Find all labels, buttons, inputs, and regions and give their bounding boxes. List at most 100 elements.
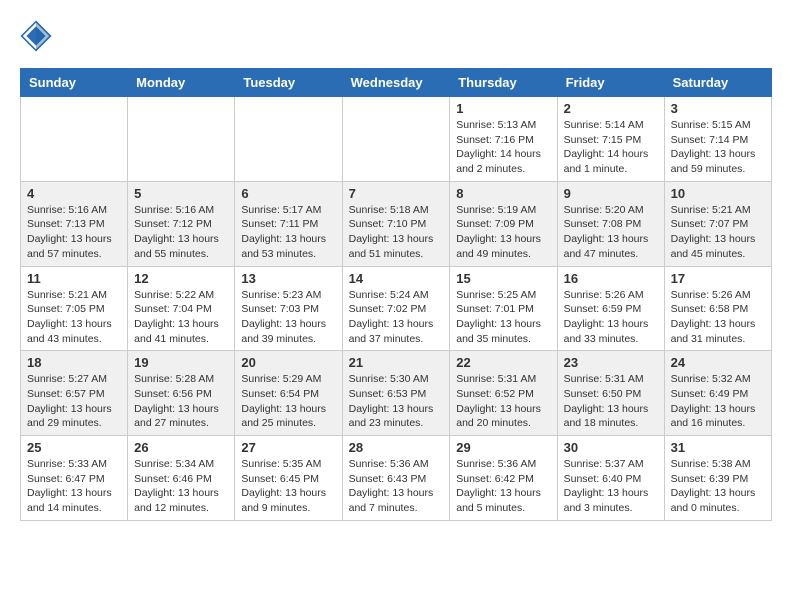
day-info: Sunrise: 5:26 AM Sunset: 6:58 PM Dayligh…	[671, 288, 765, 347]
day-info: Sunrise: 5:37 AM Sunset: 6:40 PM Dayligh…	[564, 457, 658, 516]
calendar-cell: 13 Sunrise: 5:23 AM Sunset: 7:03 PM Dayli…	[235, 266, 342, 351]
day-info: Sunrise: 5:13 AM Sunset: 7:16 PM Dayligh…	[456, 118, 550, 177]
weekday-header-tuesday: Tuesday	[235, 69, 342, 97]
day-number: 22	[456, 355, 550, 370]
day-number: 25	[27, 440, 121, 455]
logo	[20, 20, 56, 52]
day-info: Sunrise: 5:21 AM Sunset: 7:05 PM Dayligh…	[27, 288, 121, 347]
day-info: Sunrise: 5:31 AM Sunset: 6:52 PM Dayligh…	[456, 372, 550, 431]
day-number: 26	[134, 440, 228, 455]
calendar-cell: 26 Sunrise: 5:34 AM Sunset: 6:46 PM Dayli…	[128, 436, 235, 521]
day-number: 18	[27, 355, 121, 370]
calendar-cell: 11Sunrise: 5:21 AM Sunset: 7:05 PM Dayli…	[21, 266, 128, 351]
calendar-cell: 20Sunrise: 5:29 AM Sunset: 6:54 PM Dayli…	[235, 351, 342, 436]
calendar-cell: 22 Sunrise: 5:31 AM Sunset: 6:52 PM Dayli…	[450, 351, 557, 436]
day-number: 21	[349, 355, 444, 370]
day-number: 17	[671, 271, 765, 286]
calendar-cell: 16 Sunrise: 5:26 AM Sunset: 6:59 PM Dayli…	[557, 266, 664, 351]
day-info: Sunrise: 5:36 AM Sunset: 6:42 PM Dayligh…	[456, 457, 550, 516]
calendar-cell: 17 Sunrise: 5:26 AM Sunset: 6:58 PM Dayli…	[664, 266, 771, 351]
calendar-cell: 21 Sunrise: 5:30 AM Sunset: 6:53 PM Dayli…	[342, 351, 450, 436]
day-info: Sunrise: 5:19 AM Sunset: 7:09 PM Dayligh…	[456, 203, 550, 262]
day-info: Sunrise: 5:16 AM Sunset: 7:13 PM Dayligh…	[27, 203, 121, 262]
day-number: 20	[241, 355, 335, 370]
weekday-header-row: SundayMondayTuesdayWednesdayThursdayFrid…	[21, 69, 772, 97]
day-info: Sunrise: 5:26 AM Sunset: 6:59 PM Dayligh…	[564, 288, 658, 347]
calendar-cell: 24 Sunrise: 5:32 AM Sunset: 6:49 PM Dayli…	[664, 351, 771, 436]
weekday-header-monday: Monday	[128, 69, 235, 97]
day-info: Sunrise: 5:24 AM Sunset: 7:02 PM Dayligh…	[349, 288, 444, 347]
day-info: Sunrise: 5:34 AM Sunset: 6:46 PM Dayligh…	[134, 457, 228, 516]
calendar-week-row: 25 Sunrise: 5:33 AM Sunset: 6:47 PM Dayli…	[21, 436, 772, 521]
day-number: 7	[349, 186, 444, 201]
calendar-cell: 3 Sunrise: 5:15 AM Sunset: 7:14 PM Daylig…	[664, 97, 771, 182]
weekday-header-saturday: Saturday	[664, 69, 771, 97]
day-info: Sunrise: 5:30 AM Sunset: 6:53 PM Dayligh…	[349, 372, 444, 431]
day-info: Sunrise: 5:25 AM Sunset: 7:01 PM Dayligh…	[456, 288, 550, 347]
calendar-cell: 10Sunrise: 5:21 AM Sunset: 7:07 PM Dayli…	[664, 181, 771, 266]
day-number: 14	[349, 271, 444, 286]
calendar-cell	[235, 97, 342, 182]
calendar-cell: 4 Sunrise: 5:16 AM Sunset: 7:13 PM Daylig…	[21, 181, 128, 266]
day-number: 6	[241, 186, 335, 201]
weekday-header-wednesday: Wednesday	[342, 69, 450, 97]
day-number: 3	[671, 101, 765, 116]
day-info: Sunrise: 5:35 AM Sunset: 6:45 PM Dayligh…	[241, 457, 335, 516]
day-number: 31	[671, 440, 765, 455]
calendar-cell: 14 Sunrise: 5:24 AM Sunset: 7:02 PM Dayli…	[342, 266, 450, 351]
calendar-cell	[342, 97, 450, 182]
day-info: Sunrise: 5:36 AM Sunset: 6:43 PM Dayligh…	[349, 457, 444, 516]
day-info: Sunrise: 5:33 AM Sunset: 6:47 PM Dayligh…	[27, 457, 121, 516]
calendar-cell: 19 Sunrise: 5:28 AM Sunset: 6:56 PM Dayli…	[128, 351, 235, 436]
day-number: 19	[134, 355, 228, 370]
calendar-cell: 6 Sunrise: 5:17 AM Sunset: 7:11 PM Daylig…	[235, 181, 342, 266]
calendar-cell: 5 Sunrise: 5:16 AM Sunset: 7:12 PM Daylig…	[128, 181, 235, 266]
calendar-cell: 27 Sunrise: 5:35 AM Sunset: 6:45 PM Dayli…	[235, 436, 342, 521]
day-info: Sunrise: 5:16 AM Sunset: 7:12 PM Dayligh…	[134, 203, 228, 262]
calendar-cell: 2 Sunrise: 5:14 AM Sunset: 7:15 PM Daylig…	[557, 97, 664, 182]
weekday-header-friday: Friday	[557, 69, 664, 97]
day-number: 9	[564, 186, 658, 201]
calendar-cell: 15 Sunrise: 5:25 AM Sunset: 7:01 PM Dayli…	[450, 266, 557, 351]
calendar-cell: 23Sunrise: 5:31 AM Sunset: 6:50 PM Dayli…	[557, 351, 664, 436]
day-number: 5	[134, 186, 228, 201]
calendar-cell: 31 Sunrise: 5:38 AM Sunset: 6:39 PM Dayli…	[664, 436, 771, 521]
day-number: 29	[456, 440, 550, 455]
page-header	[20, 20, 772, 52]
day-info: Sunrise: 5:20 AM Sunset: 7:08 PM Dayligh…	[564, 203, 658, 262]
day-number: 30	[564, 440, 658, 455]
calendar-cell: 28 Sunrise: 5:36 AM Sunset: 6:43 PM Dayli…	[342, 436, 450, 521]
day-number: 24	[671, 355, 765, 370]
day-info: Sunrise: 5:17 AM Sunset: 7:11 PM Dayligh…	[241, 203, 335, 262]
calendar-table: SundayMondayTuesdayWednesdayThursdayFrid…	[20, 68, 772, 521]
day-info: Sunrise: 5:22 AM Sunset: 7:04 PM Dayligh…	[134, 288, 228, 347]
calendar-cell: 25 Sunrise: 5:33 AM Sunset: 6:47 PM Dayli…	[21, 436, 128, 521]
calendar-cell: 12Sunrise: 5:22 AM Sunset: 7:04 PM Dayli…	[128, 266, 235, 351]
day-info: Sunrise: 5:23 AM Sunset: 7:03 PM Dayligh…	[241, 288, 335, 347]
day-info: Sunrise: 5:14 AM Sunset: 7:15 PM Dayligh…	[564, 118, 658, 177]
day-info: Sunrise: 5:18 AM Sunset: 7:10 PM Dayligh…	[349, 203, 444, 262]
day-number: 28	[349, 440, 444, 455]
day-info: Sunrise: 5:27 AM Sunset: 6:57 PM Dayligh…	[27, 372, 121, 431]
day-number: 1	[456, 101, 550, 116]
calendar-week-row: 11Sunrise: 5:21 AM Sunset: 7:05 PM Dayli…	[21, 266, 772, 351]
calendar-week-row: 4 Sunrise: 5:16 AM Sunset: 7:13 PM Daylig…	[21, 181, 772, 266]
day-info: Sunrise: 5:31 AM Sunset: 6:50 PM Dayligh…	[564, 372, 658, 431]
logo-icon	[20, 20, 52, 52]
day-number: 4	[27, 186, 121, 201]
day-number: 16	[564, 271, 658, 286]
day-info: Sunrise: 5:15 AM Sunset: 7:14 PM Dayligh…	[671, 118, 765, 177]
calendar-cell	[128, 97, 235, 182]
day-info: Sunrise: 5:28 AM Sunset: 6:56 PM Dayligh…	[134, 372, 228, 431]
weekday-header-sunday: Sunday	[21, 69, 128, 97]
day-number: 15	[456, 271, 550, 286]
calendar-cell: 9 Sunrise: 5:20 AM Sunset: 7:08 PM Daylig…	[557, 181, 664, 266]
day-info: Sunrise: 5:38 AM Sunset: 6:39 PM Dayligh…	[671, 457, 765, 516]
day-number: 27	[241, 440, 335, 455]
day-number: 2	[564, 101, 658, 116]
day-number: 8	[456, 186, 550, 201]
day-number: 13	[241, 271, 335, 286]
day-info: Sunrise: 5:32 AM Sunset: 6:49 PM Dayligh…	[671, 372, 765, 431]
calendar-cell: 30 Sunrise: 5:37 AM Sunset: 6:40 PM Dayli…	[557, 436, 664, 521]
weekday-header-thursday: Thursday	[450, 69, 557, 97]
